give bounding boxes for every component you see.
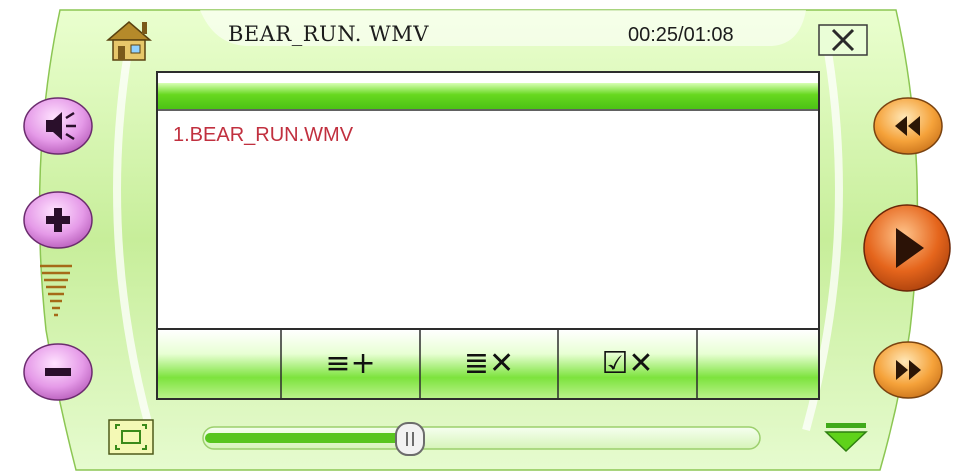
remove-list-icon: ≣✕	[463, 346, 515, 381]
volume-level-icon	[40, 264, 72, 317]
close-icon	[818, 24, 868, 56]
volume-level-indicator	[36, 262, 76, 322]
close-button[interactable]	[818, 24, 868, 56]
play-button[interactable]	[862, 203, 952, 293]
toolbar-blank-left	[158, 330, 281, 398]
toolbar-blank-right	[697, 330, 818, 398]
fullscreen-button[interactable]	[108, 419, 154, 455]
remove-checked-button[interactable]: ☑✕	[558, 330, 697, 398]
home-button[interactable]	[102, 16, 156, 64]
remove-from-playlist-button[interactable]: ≣✕	[420, 330, 558, 398]
plus-icon	[23, 191, 93, 249]
play-icon	[863, 204, 951, 292]
volume-down-button[interactable]	[22, 342, 94, 402]
rewind-icon	[873, 97, 943, 155]
progress-bar[interactable]	[203, 427, 760, 449]
volume-up-button[interactable]	[22, 190, 94, 250]
playlist-item[interactable]: 1.BEAR_RUN.WMV	[173, 124, 353, 147]
playback-time: 00:25/01:08	[628, 24, 734, 46]
add-to-playlist-icon: ≡+	[325, 346, 376, 381]
fullscreen-icon	[108, 419, 154, 455]
home-icon	[105, 21, 153, 61]
remove-checked-icon: ☑✕	[601, 346, 654, 381]
next-button[interactable]	[872, 340, 944, 400]
mute-button[interactable]	[22, 96, 94, 156]
chevron-down-icon	[824, 423, 868, 453]
minus-icon	[23, 343, 93, 401]
previous-button[interactable]	[872, 96, 944, 156]
slider-thumb-icon	[394, 422, 425, 456]
progress-thumb[interactable]	[394, 421, 426, 457]
fast-forward-icon	[873, 341, 943, 399]
mute-icon	[23, 97, 93, 155]
add-to-playlist-button[interactable]: ≡+	[281, 330, 420, 398]
media-title: BEAR_RUN. WMV	[228, 22, 429, 46]
collapse-button[interactable]	[823, 420, 869, 454]
